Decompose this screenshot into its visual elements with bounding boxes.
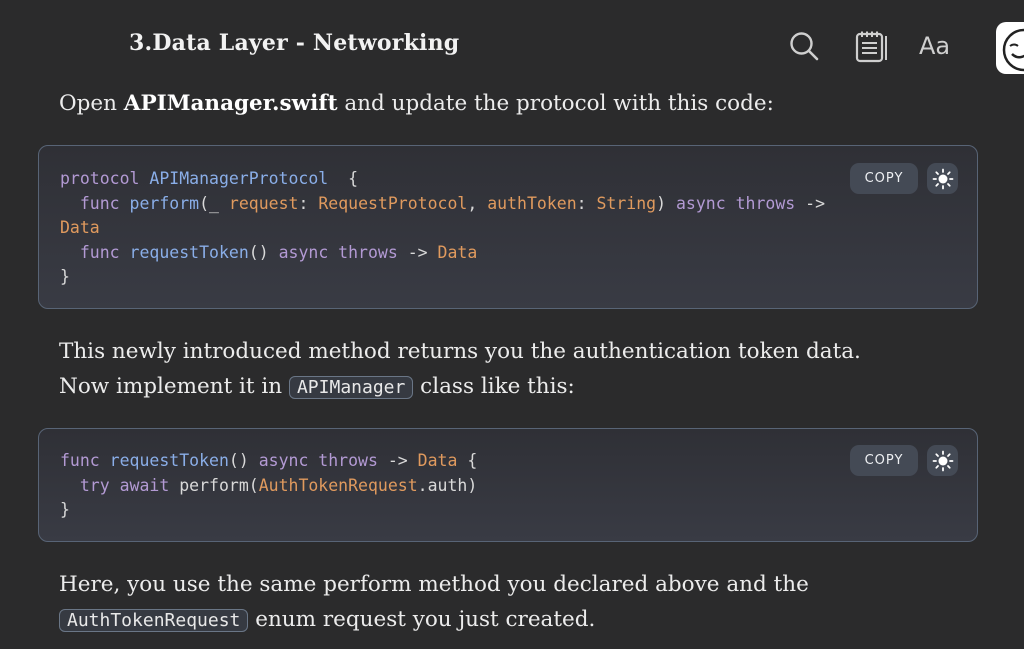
- code-token: String: [596, 193, 657, 213]
- copy-button[interactable]: COPY: [850, 445, 918, 476]
- code-token: }: [60, 267, 70, 287]
- code-token: func: [60, 242, 130, 262]
- code-token: request: [228, 193, 299, 213]
- code-token: ,: [467, 193, 488, 213]
- code-token: requestToken: [129, 242, 249, 262]
- code-content: func requestToken() async throws -> Data…: [60, 449, 837, 523]
- code-token: func: [60, 193, 130, 213]
- code-token: RequestProtocol: [318, 193, 468, 213]
- code-token: authToken: [487, 193, 577, 213]
- code-token: Data: [417, 451, 458, 470]
- code-line: protocol APIManagerProtocol {: [60, 167, 837, 192]
- code-line: func requestToken() async throws -> Data…: [60, 449, 837, 474]
- theme-toggle-sun-icon[interactable]: [927, 163, 958, 194]
- closing-paragraph: Here, you use the same perform method yo…: [59, 567, 914, 638]
- code-token: :: [576, 193, 597, 213]
- para-text: enum request you just created.: [248, 607, 596, 632]
- code-token: }: [60, 500, 70, 520]
- code-line: func requestToken() async throws -> Data: [60, 241, 837, 266]
- code-block-request-token: func requestToken() async throws -> Data…: [38, 428, 978, 542]
- code-token: (_: [199, 193, 229, 213]
- page-title: 3.Data Layer - Networking: [129, 30, 460, 56]
- code-token: :: [298, 193, 319, 213]
- font-size-icon[interactable]: Aa: [919, 32, 950, 60]
- file-name: APIManager.swift: [123, 91, 338, 116]
- para-text: Open: [59, 91, 124, 116]
- code-token: (): [248, 242, 279, 262]
- code-token: ->: [397, 242, 438, 262]
- explanation-paragraph: This newly introduced method returns you…: [59, 334, 914, 405]
- intro-paragraph: Open APIManager.swift and update the pro…: [59, 86, 914, 121]
- code-content: protocol APIManagerProtocol { func perfo…: [60, 167, 837, 290]
- code-token: async throws: [258, 451, 378, 470]
- code-token: AuthTokenRequest: [258, 475, 418, 495]
- search-icon[interactable]: [788, 30, 820, 66]
- code-token: Data: [60, 218, 100, 238]
- code-token: requestToken: [109, 451, 229, 470]
- code-token: async throws: [675, 193, 796, 213]
- code-line: }: [60, 265, 837, 290]
- code-token: ->: [795, 193, 835, 213]
- code-token: .auth): [417, 475, 478, 495]
- code-line: try await perform(AuthTokenRequest.auth): [60, 474, 837, 499]
- code-token: ): [656, 193, 676, 213]
- code-token: {: [457, 451, 478, 470]
- notes-icon[interactable]: [854, 30, 888, 68]
- avatar[interactable]: [996, 22, 1024, 74]
- code-token: async throws: [278, 242, 398, 262]
- inline-code: APIManager: [288, 376, 414, 399]
- copy-button[interactable]: COPY: [850, 163, 918, 194]
- para-text: class like this:: [413, 374, 575, 399]
- code-token: func: [60, 451, 110, 470]
- para-text: Here, you use the same perform method yo…: [59, 572, 809, 597]
- code-token: perform(: [179, 475, 259, 495]
- code-token: try await: [60, 475, 180, 495]
- code-token: ->: [377, 451, 418, 470]
- code-line: }: [60, 498, 837, 523]
- code-token: APIManagerProtocol: [149, 169, 329, 188]
- inline-code: AuthTokenRequest: [59, 609, 249, 632]
- code-token: {: [328, 169, 359, 188]
- code-line: func perform(_ request: RequestProtocol,…: [60, 192, 837, 241]
- code-token: protocol: [60, 169, 150, 188]
- para-text: and update the protocol with this code:: [337, 91, 774, 116]
- code-token: (): [228, 451, 259, 470]
- code-token: Data: [437, 242, 478, 262]
- theme-toggle-sun-icon[interactable]: [927, 445, 958, 476]
- code-token: perform: [129, 193, 200, 213]
- code-block-protocol: protocol APIManagerProtocol { func perfo…: [38, 145, 978, 309]
